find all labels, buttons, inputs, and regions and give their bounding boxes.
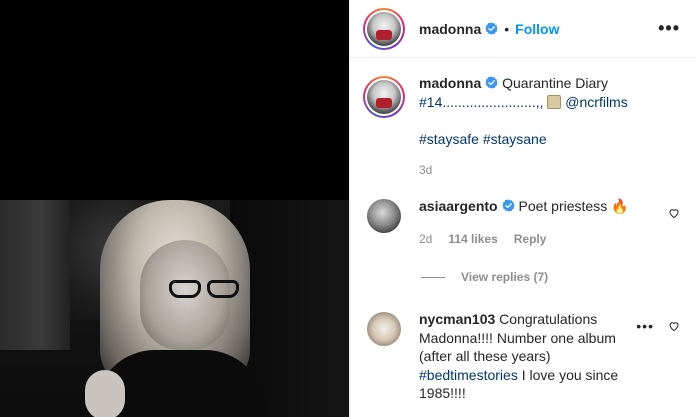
author-avatar[interactable] [363,7,405,50]
caption-line1: Quarantine Diary [502,75,608,91]
comment-text: Poet priestess 🔥 [518,198,629,214]
scroll-emoji-icon [547,94,562,109]
comment-item: asiaargento Poet priestess 🔥 2d 114 like… [363,197,680,248]
comment-body: nycman103 Congratulations Madonna!!!! Nu… [419,310,634,403]
commenter-avatar[interactable] [367,199,401,233]
caption-meta: 3d [419,161,628,180]
caption: madonna Quarantine Diary #14............… [363,74,680,179]
caption-dots: ........................,, [442,93,544,110]
commenter-avatar[interactable] [367,312,401,346]
post-media[interactable] [0,0,349,417]
verified-badge-icon [485,76,498,89]
comment-username[interactable]: asiaargento [419,198,498,214]
comment-hashtag[interactable]: #bedtimestories [419,367,518,383]
post-side-panel: madonna • Follow ••• madonna Quarantine … [349,0,696,417]
heart-outline-icon[interactable] [668,320,680,332]
view-replies-line [421,276,445,278]
comment-username[interactable]: nycman103 [419,311,495,327]
comment-likes[interactable]: 114 likes [448,230,497,249]
reply-button[interactable]: Reply [514,230,547,249]
caption-time[interactable]: 3d [419,161,432,180]
verified-badge-icon [485,22,498,35]
heart-outline-icon[interactable] [668,207,680,219]
view-replies-label: View replies (7) [461,270,549,284]
post-header: madonna • Follow ••• [350,0,696,58]
caption-text: madonna Quarantine Diary #14............… [419,74,628,111]
verified-badge-icon [501,199,515,212]
caption-hashtags[interactable]: #staysafe #staysane [419,130,628,149]
view-replies-button[interactable]: View replies (7) [421,270,680,284]
author-username[interactable]: madonna [419,21,481,37]
follow-button[interactable]: Follow [515,21,559,37]
caption-username[interactable]: madonna [419,75,481,91]
comment-item: nycman103 Congratulations Madonna!!!! Nu… [363,310,680,403]
caption-body: madonna Quarantine Diary #14............… [419,74,628,179]
comment-meta: 2d 114 likes Reply [419,230,629,249]
comment-body: asiaargento Poet priestess 🔥 2d 114 like… [419,197,629,248]
comments-section: madonna Quarantine Diary #14............… [350,58,696,403]
caption-hashtag-14[interactable]: #14 [419,94,442,110]
comment-more-icon[interactable]: ••• [636,318,654,334]
header-separator: • [504,20,510,37]
video-subject-glasses [165,280,245,300]
video-subject-shoulder [85,370,125,417]
video-frame[interactable] [0,200,349,417]
video-background-wall [0,200,70,350]
caption-mention[interactable]: @ncrfilms [565,94,627,110]
caption-avatar[interactable] [363,76,405,118]
more-options-icon[interactable]: ••• [658,18,680,39]
comment-time[interactable]: 2d [419,230,432,249]
